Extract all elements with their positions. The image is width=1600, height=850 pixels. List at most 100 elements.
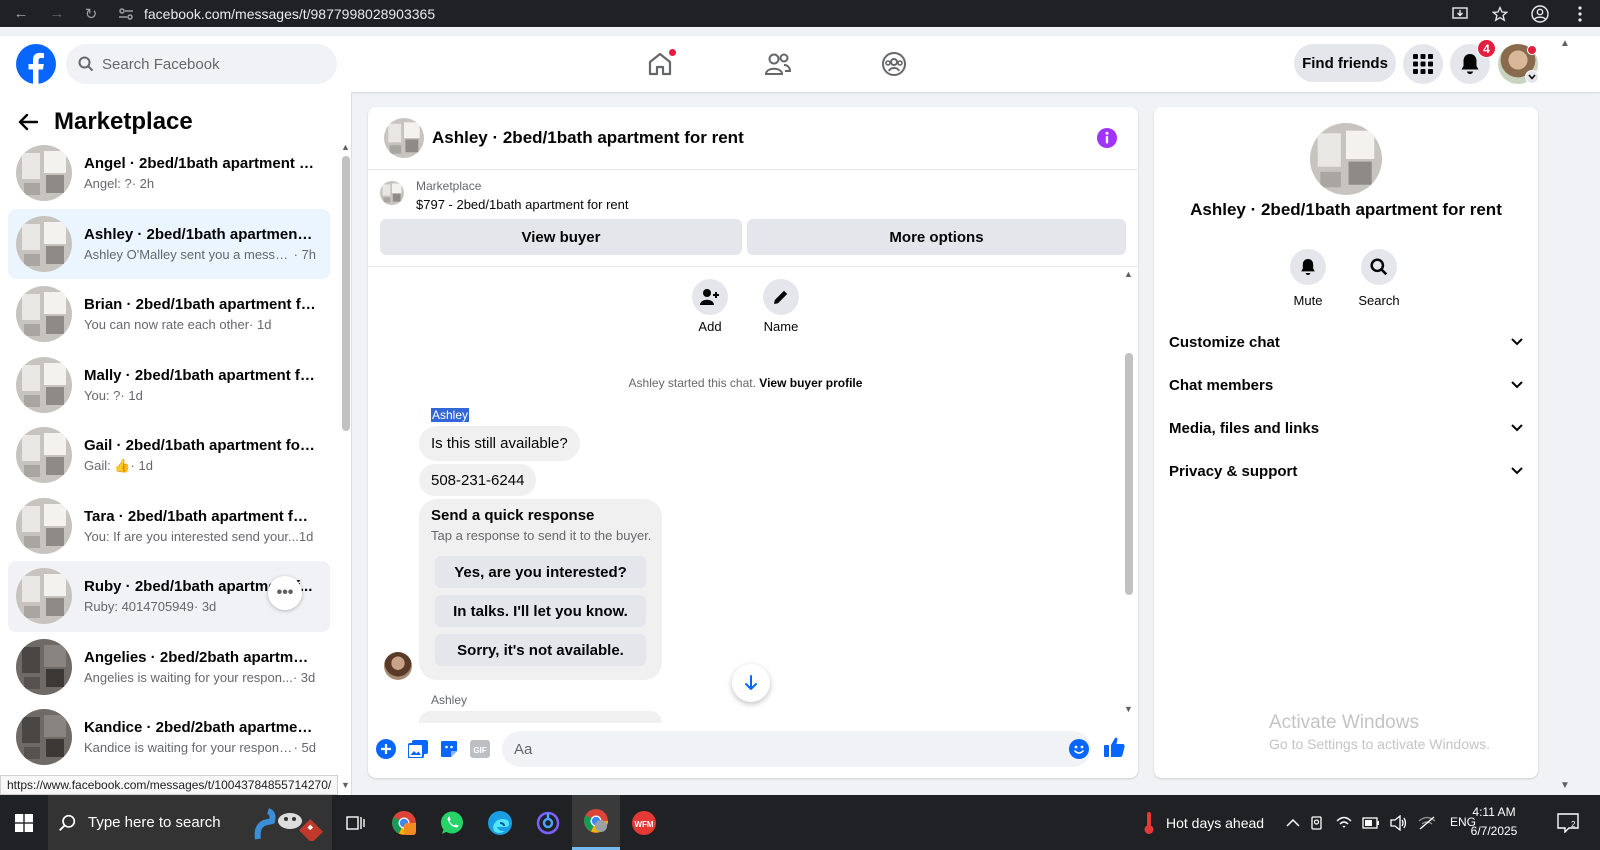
clock-date: 6/7/2025 — [1470, 824, 1518, 838]
search-in-chat-button[interactable]: Search — [1349, 249, 1409, 308]
taskbar-search[interactable]: Type here to search — [48, 795, 332, 850]
facebook-search-input[interactable]: Search Facebook — [66, 44, 337, 84]
chevron-up-icon[interactable] — [1286, 818, 1300, 828]
conversation-item[interactable]: Ruby · 2bed/1bath apartment f... Ruby: 4… — [8, 561, 330, 632]
activate-windows-watermark: Activate Windows Go to Settings to activ… — [1269, 712, 1490, 752]
quick-response-option[interactable]: Sorry, it's not available. — [435, 634, 646, 666]
profile-icon[interactable] — [1520, 0, 1560, 27]
link-status-url: https://www.facebook.com/messages/t/1004… — [0, 775, 339, 795]
left-scroll-down-arrow[interactable]: ▼ — [341, 780, 350, 790]
conversation-thumbnail — [16, 497, 72, 554]
site-settings-icon[interactable] — [118, 7, 134, 21]
chat-title[interactable]: Ashley · 2bed/1bath apartment for rent — [432, 128, 744, 148]
media-files-links-row[interactable]: Media, files and links — [1169, 408, 1523, 448]
battery-icon[interactable] — [1362, 816, 1380, 829]
conversation-item[interactable]: Angelies · 2bed/2bath apartmen... Angeli… — [8, 632, 330, 703]
plus-circle-icon[interactable] — [374, 737, 398, 761]
back-icon[interactable]: ← — [6, 0, 36, 27]
view-buyer-profile-link[interactable]: View buyer profile — [759, 376, 862, 390]
thumbs-up-icon[interactable] — [1103, 735, 1127, 759]
listing-thumbnail[interactable] — [380, 181, 404, 205]
customize-chat-row[interactable]: Customize chat — [1169, 322, 1523, 362]
meet-now-icon[interactable] — [1310, 815, 1326, 831]
forward-icon[interactable]: → — [42, 0, 72, 27]
chat-scroll-down-arrow[interactable]: ▼ — [1124, 704, 1133, 714]
address-bar[interactable]: facebook.com/messages/t/9877998028903365 — [118, 2, 1396, 25]
weather-widget[interactable]: Hot days ahead — [1142, 795, 1264, 850]
mute-button[interactable]: Mute — [1278, 249, 1338, 308]
quick-response-option[interactable]: Yes, are you interested? — [435, 556, 646, 588]
conversation-item[interactable]: Tara · 2bed/1bath apartment for ... You:… — [8, 491, 330, 562]
menu-button[interactable] — [1403, 44, 1443, 84]
bell-icon — [1461, 54, 1479, 74]
view-buyer-button[interactable]: View buyer — [380, 219, 742, 255]
more-options-button[interactable]: More options — [747, 219, 1126, 255]
copilot-icon[interactable] — [524, 795, 572, 850]
emoji-icon[interactable] — [1069, 739, 1089, 759]
start-button[interactable] — [0, 795, 48, 850]
nav-home[interactable] — [630, 36, 690, 92]
conversation-time: · 7h — [293, 246, 316, 262]
gif-icon[interactable]: GIF — [468, 737, 492, 761]
browser-menu-icon[interactable] — [1560, 0, 1600, 27]
conversation-item[interactable]: Kandice · 2bed/2bath apartmen... Kandice… — [8, 702, 330, 773]
reload-icon[interactable]: ↻ — [76, 0, 106, 27]
chevron-down-icon — [1511, 424, 1523, 432]
conversation-item[interactable]: Angel · 2bed/1bath apartment f... Angel:… — [8, 138, 330, 209]
more-options-icon[interactable]: ••• — [268, 576, 302, 610]
edge-icon[interactable] — [476, 795, 524, 850]
task-view-icon[interactable] — [332, 795, 380, 850]
chat-started-notice: Ashley started this chat. View buyer pro… — [368, 376, 1123, 390]
message-bubble[interactable]: Is this still available? — [419, 426, 580, 461]
conversation-title: Angel · 2bed/1bath apartment f... — [84, 155, 316, 173]
buyer-avatar[interactable] — [384, 652, 412, 680]
bookmark-star-icon[interactable] — [1480, 0, 1520, 27]
sticker-icon[interactable] — [437, 737, 461, 761]
network-icon[interactable] — [1336, 815, 1352, 831]
left-scrollbar[interactable] — [342, 156, 350, 431]
quick-response-option[interactable]: In talks. I'll let you know. — [435, 595, 646, 627]
notification-center-icon[interactable]: 2 — [1548, 795, 1588, 850]
account-chevron-icon[interactable] — [1525, 70, 1539, 84]
listing-title[interactable]: $797 - 2bed/1bath apartment for rent — [416, 197, 628, 212]
conversation-time: · 3d — [292, 669, 316, 685]
nav-groups[interactable] — [864, 36, 924, 92]
conversation-item[interactable]: Gail · 2bed/1bath apartment for ... Gail… — [8, 420, 330, 491]
scroll-to-bottom-button[interactable] — [732, 664, 770, 702]
chat-details-avatar[interactable] — [1310, 123, 1382, 195]
install-app-icon[interactable] — [1440, 0, 1480, 27]
page-scroll-down-arrow[interactable]: ▼ — [1560, 780, 1570, 791]
left-scroll-up-arrow[interactable]: ▲ — [341, 142, 350, 152]
chrome-active-icon[interactable] — [572, 795, 620, 850]
conversation-item[interactable]: Mally · 2bed/1bath apartment fo... You: … — [8, 350, 330, 421]
conversation-item[interactable]: Brian · 2bed/1bath apartment fo... You c… — [8, 279, 330, 350]
chat-scrollbar[interactable] — [1125, 353, 1133, 595]
volume-icon[interactable] — [1390, 814, 1408, 831]
page-scroll-up-arrow[interactable]: ▲ — [1560, 38, 1570, 49]
privacy-support-row[interactable]: Privacy & support — [1169, 451, 1523, 491]
name-chat-button[interactable] — [763, 279, 799, 315]
photo-icon[interactable] — [406, 737, 430, 761]
message-input[interactable]: Aa — [502, 731, 1091, 767]
add-people-button[interactable] — [692, 279, 728, 315]
conversation-item[interactable]: Ashley · 2bed/1bath apartment f... Ashle… — [8, 208, 330, 279]
chevron-down-icon — [1511, 338, 1523, 346]
nav-friends[interactable] — [748, 36, 808, 92]
chat-listing-thumbnail[interactable] — [384, 118, 424, 158]
chat-members-row[interactable]: Chat members — [1169, 365, 1523, 405]
taskbar-clock[interactable]: 4:11 AM 6/7/2025 — [1462, 803, 1526, 841]
whatsapp-icon[interactable] — [428, 795, 476, 850]
facebook-logo[interactable] — [16, 44, 56, 84]
find-friends-button[interactable]: Find friends — [1294, 44, 1396, 82]
chrome-pinned-icon[interactable] — [380, 795, 428, 850]
conversation-title: Angelies · 2bed/2bath apartmen... — [84, 648, 316, 666]
message-bubble[interactable]: 508-231-6244 — [419, 464, 537, 496]
chat-scroll-up-arrow[interactable]: ▲ — [1124, 269, 1133, 279]
wfm-app-icon[interactable]: WFM — [620, 795, 668, 850]
info-icon[interactable] — [1096, 127, 1118, 149]
wifi-off-icon[interactable] — [1418, 815, 1436, 831]
conversation-title: Kandice · 2bed/2bath apartmen... — [84, 719, 316, 737]
conversation-time: · 1d — [249, 317, 272, 333]
search-icon — [58, 814, 76, 832]
back-arrow-icon[interactable] — [18, 113, 38, 131]
